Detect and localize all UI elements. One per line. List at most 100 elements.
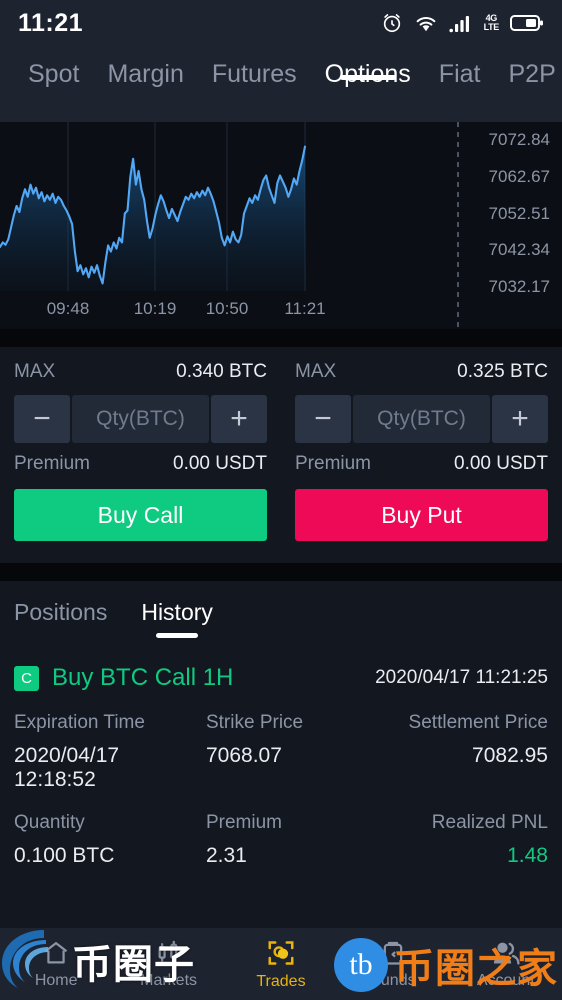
call-premium-row: Premium 0.00 USDT [14, 453, 267, 475]
account-user-icon [490, 939, 522, 967]
chart-x-tick: 10:19 [133, 299, 177, 318]
alarm-clock-icon [381, 12, 403, 34]
battery-icon [510, 13, 544, 33]
nav-item-home[interactable]: Home [0, 939, 112, 990]
nav-label-home: Home [34, 971, 78, 989]
nav-item-funds[interactable]: Funds [337, 939, 449, 990]
call-quantity-input[interactable]: Qty(BTC) [72, 395, 209, 443]
history-detail-row-1: Expiration Time 2020/04/17 12:18:52 Stri… [14, 712, 548, 792]
history-record-header: C Buy BTC Call 1H 2020/04/17 11:21:25 [14, 664, 548, 692]
nav-item-account[interactable]: Account [450, 939, 562, 990]
quantity-header: Quantity [14, 812, 85, 833]
call-max-label: MAX [14, 361, 56, 382]
settlement-price-value: 7082.95 [472, 744, 548, 767]
section-divider-top [0, 329, 562, 347]
put-max-label: MAX [295, 361, 337, 382]
put-column: MAX 0.325 BTC − Qty(BTC) + Premium 0.00 … [281, 361, 562, 541]
app-screen: 11:21 4G LTE Spot Margin Futures Options… [0, 0, 562, 1000]
put-quantity-stepper[interactable]: − Qty(BTC) + [295, 395, 548, 443]
tab-p2p-label: P2P [508, 60, 556, 88]
history-record[interactable]: C Buy BTC Call 1H 2020/04/17 11:21:25 Ex… [14, 664, 548, 868]
trade-panel: MAX 0.340 BTC − Qty(BTC) + Premium 0.00 … [0, 347, 562, 563]
chart-x-tick: 10:50 [205, 299, 249, 318]
section-divider-bottom [0, 563, 562, 581]
chart-y-axis: 7072.84 7062.67 7052.51 7042.34 7032.17 [454, 122, 556, 329]
active-subtab-indicator [156, 633, 199, 638]
tab-spot-label: Spot [28, 60, 80, 88]
strike-price-header: Strike Price [205, 712, 304, 733]
put-quantity-placeholder: Qty(BTC) [377, 407, 466, 430]
tab-p2p[interactable]: P2P [494, 46, 562, 89]
tab-margin[interactable]: Margin [93, 46, 197, 89]
chart-y-tick: 7072.84 [488, 130, 550, 149]
history-record-timestamp: 2020/04/17 11:21:25 [375, 667, 548, 688]
nav-label-funds: Funds [371, 971, 416, 989]
price-chart[interactable]: 7072.84 7062.67 7052.51 7042.34 7032.17 09:4… [0, 122, 562, 329]
buy-call-button[interactable]: Buy Call [14, 489, 267, 541]
realized-pnl-header: Realized PNL [431, 812, 548, 833]
put-decrement-button[interactable]: − [295, 395, 351, 443]
call-decrement-button[interactable]: − [14, 395, 70, 443]
nav-item-markets[interactable]: Markets [112, 939, 224, 990]
trades-icon [265, 938, 297, 968]
chart-x-tick: 11:21 [284, 299, 326, 318]
home-icon [41, 939, 71, 967]
chart-y-tick: 7052.51 [488, 203, 550, 223]
bottom-navigation-bar[interactable]: Home Markets Trades Funds Account [0, 928, 562, 1000]
put-premium-row: Premium 0.00 USDT [295, 453, 548, 475]
tab-positions[interactable]: Positions [14, 599, 107, 642]
tab-fiat-label: Fiat [438, 60, 481, 88]
tab-spot[interactable]: Spot [14, 46, 93, 89]
premium-cell: Premium 2.31 [192, 812, 370, 868]
tab-history-label: History [141, 599, 213, 625]
put-quantity-input[interactable]: Qty(BTC) [353, 395, 490, 443]
put-max-row: MAX 0.325 BTC [295, 361, 548, 383]
minus-icon: − [33, 402, 51, 435]
premium-value: 2.31 [205, 844, 247, 867]
nav-label-trades: Trades [256, 972, 306, 990]
history-detail-row-2: Quantity 0.100 BTC Premium 2.31 Realized… [14, 812, 548, 868]
call-quantity-placeholder: Qty(BTC) [96, 407, 185, 430]
markets-chart-icon [154, 939, 184, 967]
wifi-icon [414, 13, 438, 33]
positions-tab-bar[interactable]: Positions History [14, 599, 548, 642]
premium-header: Premium [205, 812, 282, 833]
call-increment-button[interactable]: + [211, 395, 267, 443]
tab-futures[interactable]: Futures [198, 46, 311, 89]
chart-y-tick: 7042.34 [488, 240, 550, 260]
tab-margin-label: Margin [107, 60, 184, 88]
expiration-time-value: 2020/04/17 12:18:52 [14, 744, 120, 791]
put-increment-button[interactable]: + [492, 395, 548, 443]
status-time: 11:21 [18, 8, 84, 37]
minus-icon: − [314, 402, 332, 435]
plus-icon: + [230, 402, 248, 435]
chart-y-tick: 7032.17 [488, 277, 550, 296]
lte-icon: 4G LTE [483, 14, 500, 32]
chart-area-fill [0, 146, 305, 291]
tab-fiat[interactable]: Fiat [425, 46, 495, 89]
buy-put-button[interactable]: Buy Put [295, 489, 548, 541]
tab-positions-label: Positions [14, 599, 108, 625]
status-icon-group: 4G LTE [381, 12, 544, 34]
nav-label-account: Account [476, 971, 535, 989]
lte-network-sub: LTE [483, 22, 500, 32]
put-premium-value: 0.00 USDT [454, 453, 548, 474]
call-max-value: 0.340 BTC [176, 361, 267, 382]
strike-price-cell: Strike Price 7068.07 [192, 712, 370, 792]
nav-item-trades[interactable]: Trades [225, 938, 337, 991]
call-quantity-stepper[interactable]: − Qty(BTC) + [14, 395, 267, 443]
tab-options[interactable]: Options [311, 46, 425, 89]
buy-put-label: Buy Put [381, 501, 462, 528]
signal-bars-icon [448, 13, 473, 33]
call-max-row: MAX 0.340 BTC [14, 361, 267, 383]
realized-pnl-cell: Realized PNL 1.48 [370, 812, 548, 868]
quantity-cell: Quantity 0.100 BTC [14, 812, 192, 868]
settlement-price-cell: Settlement Price 7082.95 [370, 712, 548, 792]
funds-wallet-icon [378, 939, 408, 967]
top-tab-bar[interactable]: Spot Margin Futures Options Fiat P2P [0, 46, 562, 122]
positions-history-section: Positions History C Buy BTC Call 1H 2020… [0, 581, 562, 868]
call-premium-value: 0.00 USDT [173, 453, 267, 474]
strike-price-value: 7068.07 [205, 744, 282, 767]
tab-history[interactable]: History [141, 599, 213, 642]
plus-icon: + [511, 402, 529, 435]
